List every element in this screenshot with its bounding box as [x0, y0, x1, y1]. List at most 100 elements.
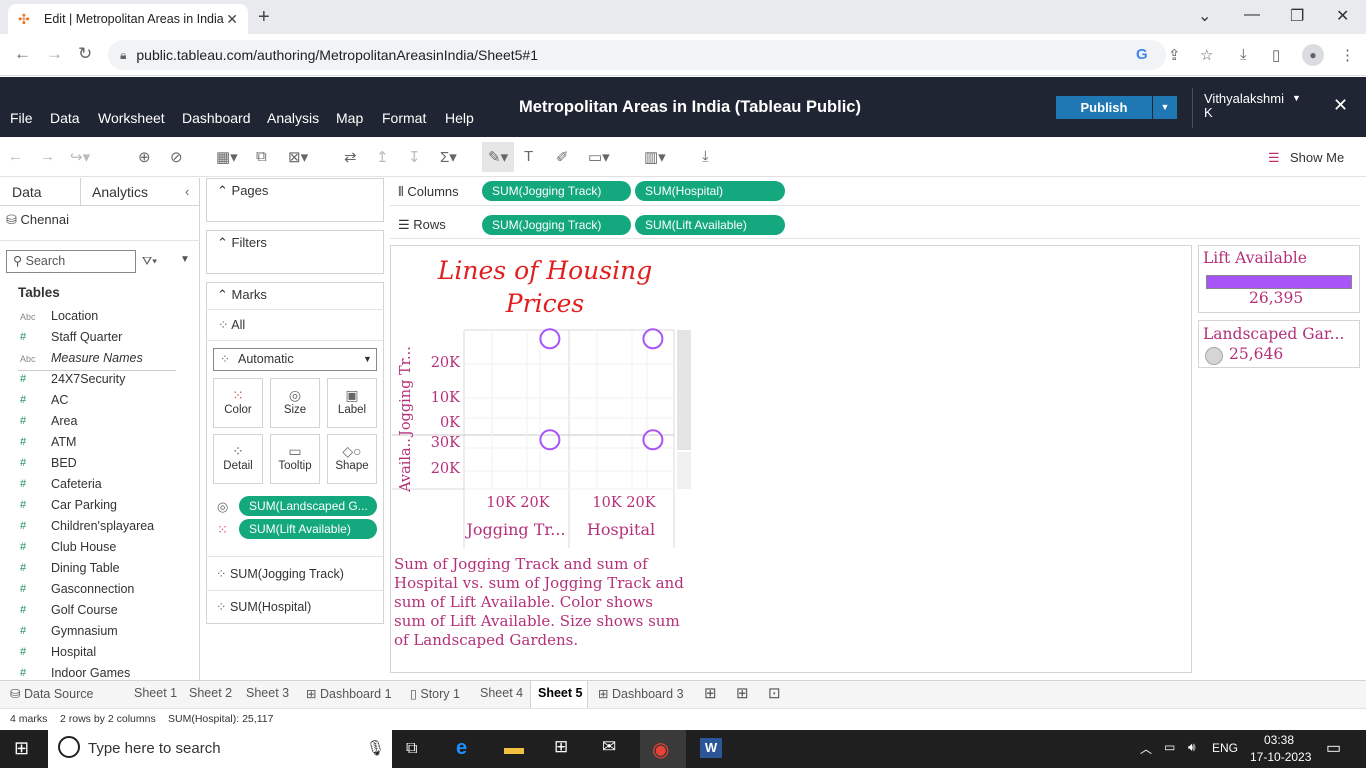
marks-all[interactable]: ⁘ All: [218, 317, 245, 332]
collapse-icon[interactable]: ⌃: [217, 183, 228, 198]
back-icon[interactable]: ←: [14, 44, 31, 64]
share-icon[interactable]: ⇪: [1168, 46, 1181, 64]
field-item[interactable]: # Staff Quarter: [0, 328, 200, 349]
download-icon[interactable]: ⤓: [1240, 46, 1247, 63]
collapse-pane-icon[interactable]: ‹: [185, 184, 189, 199]
tab-search-chevron-icon[interactable]: ⌄: [1198, 6, 1211, 26]
detail-button[interactable]: ⁘ Detail: [213, 434, 263, 484]
scatter-point[interactable]: [642, 429, 664, 451]
tab-sheet-5[interactable]: Sheet 5: [538, 686, 582, 700]
store-icon[interactable]: ⊞: [554, 737, 568, 757]
row-pill-lift[interactable]: SUM(Lift Available): [635, 215, 785, 235]
restore-icon[interactable]: ❐: [1290, 6, 1304, 26]
field-item[interactable]: # Golf Course: [0, 601, 200, 622]
tab-dashboard-1[interactable]: ⊞ Dashboard 1: [306, 686, 392, 701]
datasource-item[interactable]: ⛁ Chennai: [6, 212, 69, 228]
side-panel-icon[interactable]: ▯: [1272, 46, 1280, 64]
field-item[interactable]: # AC: [0, 391, 200, 412]
pages-card[interactable]: ⌃ Pages: [206, 178, 384, 222]
tab-sheet-3[interactable]: Sheet 3: [246, 686, 289, 700]
tab-analytics[interactable]: Analytics: [92, 184, 148, 200]
battery-icon[interactable]: ▭: [1164, 740, 1175, 754]
menu-format[interactable]: Format: [382, 110, 426, 126]
field-item[interactable]: # Gasconnection: [0, 580, 200, 601]
microphone-icon[interactable]: 🎙︎: [366, 739, 385, 757]
forward-icon[interactable]: →: [46, 44, 63, 64]
scatter-point[interactable]: [539, 328, 561, 350]
scatter-point[interactable]: [539, 429, 561, 451]
field-item[interactable]: #24X7Security: [0, 370, 200, 391]
search-field[interactable]: ⚲ Search: [6, 250, 136, 273]
language-indicator[interactable]: ENG: [1212, 741, 1238, 755]
tab-sheet-4[interactable]: Sheet 4: [480, 686, 523, 700]
google-icon[interactable]: G: [1136, 46, 1148, 63]
new-datasource-icon[interactable]: ⊕: [138, 148, 151, 166]
color-pill[interactable]: SUM(Lift Available): [239, 519, 377, 539]
color-legend[interactable]: Lift Available 26,395: [1198, 245, 1360, 313]
format-icon[interactable]: ✐: [556, 148, 569, 166]
show-me-button[interactable]: Show Me: [1290, 150, 1344, 165]
clear-sheet-icon[interactable]: ⊠▾: [288, 148, 308, 166]
windows-start-icon[interactable]: ⊞: [14, 738, 29, 759]
fit-icon[interactable]: ▭▾: [588, 148, 610, 166]
collapse-icon[interactable]: ⌃: [217, 287, 228, 302]
clock-time[interactable]: 03:38: [1264, 733, 1294, 747]
size-legend[interactable]: Landscaped Gar... 25,646: [1198, 320, 1360, 368]
field-item[interactable]: # BED: [0, 454, 200, 475]
notifications-icon[interactable]: ▭: [1326, 738, 1341, 758]
url-field[interactable]: 🔒︎ public.tableau.com/authoring/Metropol…: [108, 40, 1166, 70]
menu-worksheet[interactable]: Worksheet: [98, 110, 165, 126]
close-window-icon[interactable]: ✕: [1336, 6, 1349, 26]
redo-icon[interactable]: →: [40, 148, 55, 165]
field-item[interactable]: Abc Location: [0, 307, 200, 328]
field-item[interactable]: # Area: [0, 412, 200, 433]
menu-file[interactable]: File: [10, 110, 33, 126]
row-pill-jogging[interactable]: SUM(Jogging Track): [482, 215, 631, 235]
task-view-icon[interactable]: ⧉: [406, 740, 417, 758]
user-menu[interactable]: Vithyalakshmi K: [1204, 92, 1284, 120]
word-icon[interactable]: W: [700, 738, 722, 758]
file-explorer-icon[interactable]: ▬: [504, 737, 524, 760]
field-item[interactable]: # Dining Table: [0, 559, 200, 580]
menu-dashboard[interactable]: Dashboard: [182, 110, 251, 126]
new-worksheet-tab-icon[interactable]: ⊞: [704, 684, 717, 702]
tab-dashboard-3[interactable]: ⊞ Dashboard 3: [598, 686, 684, 701]
tab-data-source[interactable]: ⛁ Data Source: [10, 686, 93, 701]
close-editor-icon[interactable]: ✕: [1333, 95, 1348, 116]
browser-menu-icon[interactable]: ⋮: [1340, 46, 1355, 64]
bookmark-star-icon[interactable]: ☆: [1200, 46, 1213, 64]
menu-analysis[interactable]: Analysis: [267, 110, 319, 126]
field-item[interactable]: # Children'splayarea: [0, 517, 200, 538]
mark-type-select[interactable]: Automatic: [213, 348, 377, 371]
new-story-tab-icon[interactable]: ⊡: [768, 684, 781, 702]
pane-menu-icon[interactable]: ▼: [180, 254, 190, 265]
tooltip-button[interactable]: ▭ Tooltip: [270, 434, 320, 484]
publish-dropdown-icon[interactable]: ▼: [1153, 96, 1177, 119]
filters-card[interactable]: ⌃ Filters: [206, 230, 384, 274]
download-viz-icon[interactable]: ⤓: [702, 148, 709, 165]
column-pill-hospital[interactable]: SUM(Hospital): [635, 181, 785, 201]
field-item[interactable]: # Club House: [0, 538, 200, 559]
sort-desc-icon[interactable]: ↧: [408, 148, 421, 166]
undo-icon[interactable]: ←: [8, 148, 23, 165]
tab-sheet-1[interactable]: Sheet 1: [134, 686, 177, 700]
size-pill[interactable]: SUM(Landscaped G...: [239, 496, 377, 516]
label-button[interactable]: ▣ Label: [327, 378, 377, 428]
marks-field-hospital[interactable]: ⁘ SUM(Hospital): [216, 599, 311, 614]
field-item[interactable]: Abc Measure Names: [0, 349, 200, 371]
menu-map[interactable]: Map: [336, 110, 363, 126]
profile-avatar-icon[interactable]: ●: [1302, 44, 1324, 66]
field-item[interactable]: # ATM: [0, 433, 200, 454]
browser-tab[interactable]: ✣ Edit | Metropolitan Areas in India ✕: [8, 4, 248, 34]
chrome-icon[interactable]: ◉: [652, 737, 669, 762]
user-dropdown-icon[interactable]: ▼: [1292, 93, 1301, 103]
filter-fields-icon[interactable]: ⛛▾: [142, 254, 157, 269]
close-tab-icon[interactable]: ✕: [226, 11, 238, 28]
totals-icon[interactable]: Σ▾: [440, 148, 457, 166]
pause-updates-icon[interactable]: ⊘: [170, 148, 183, 166]
taskbar-search[interactable]: Type here to search: [48, 730, 392, 768]
duplicate-sheet-icon[interactable]: ⧉: [256, 148, 267, 165]
field-item[interactable]: # Cafeteria: [0, 475, 200, 496]
field-item[interactable]: # Hospital: [0, 643, 200, 664]
menu-data[interactable]: Data: [50, 110, 80, 126]
